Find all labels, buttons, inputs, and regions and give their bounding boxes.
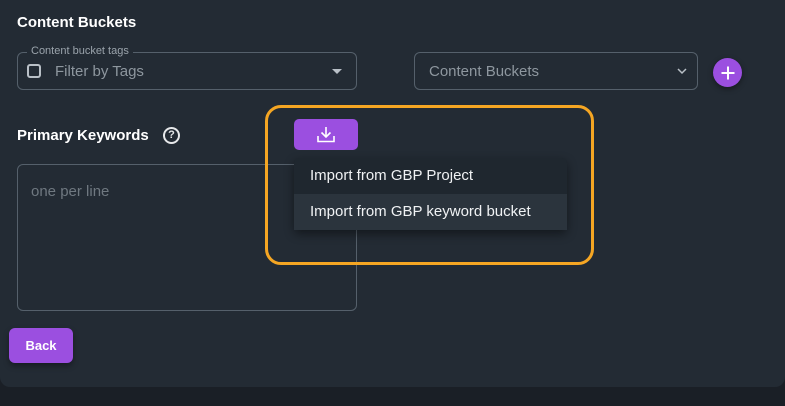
content-buckets-select[interactable]: Content Buckets (414, 52, 698, 90)
import-keywords-button[interactable] (294, 119, 358, 150)
content-panel: Content Buckets Content bucket tags Filt… (0, 0, 785, 387)
help-icon[interactable]: ? (163, 127, 180, 144)
caret-down-icon[interactable] (332, 69, 342, 74)
content-bucket-tags-field[interactable]: Content bucket tags Filter by Tags (17, 45, 357, 90)
tags-placeholder: Filter by Tags (55, 63, 144, 80)
download-icon (317, 127, 335, 143)
keywords-placeholder: one per line (31, 183, 110, 200)
menu-item-import-gbp-project[interactable]: Import from GBP Project (294, 158, 567, 194)
content-buckets-title: Content Buckets (17, 14, 137, 31)
primary-keywords-title: Primary Keywords (17, 127, 149, 144)
back-button[interactable]: Back (9, 328, 73, 363)
bucket-select-placeholder: Content Buckets (429, 63, 540, 80)
tags-field-legend: Content bucket tags (27, 45, 133, 57)
menu-item-import-gbp-keyword-bucket[interactable]: Import from GBP keyword bucket (294, 194, 567, 230)
import-menu: Import from GBP Project Import from GBP … (294, 158, 567, 230)
tags-checkbox[interactable] (27, 64, 41, 78)
add-bucket-button[interactable] (713, 58, 742, 87)
chevron-down-icon (677, 68, 687, 75)
